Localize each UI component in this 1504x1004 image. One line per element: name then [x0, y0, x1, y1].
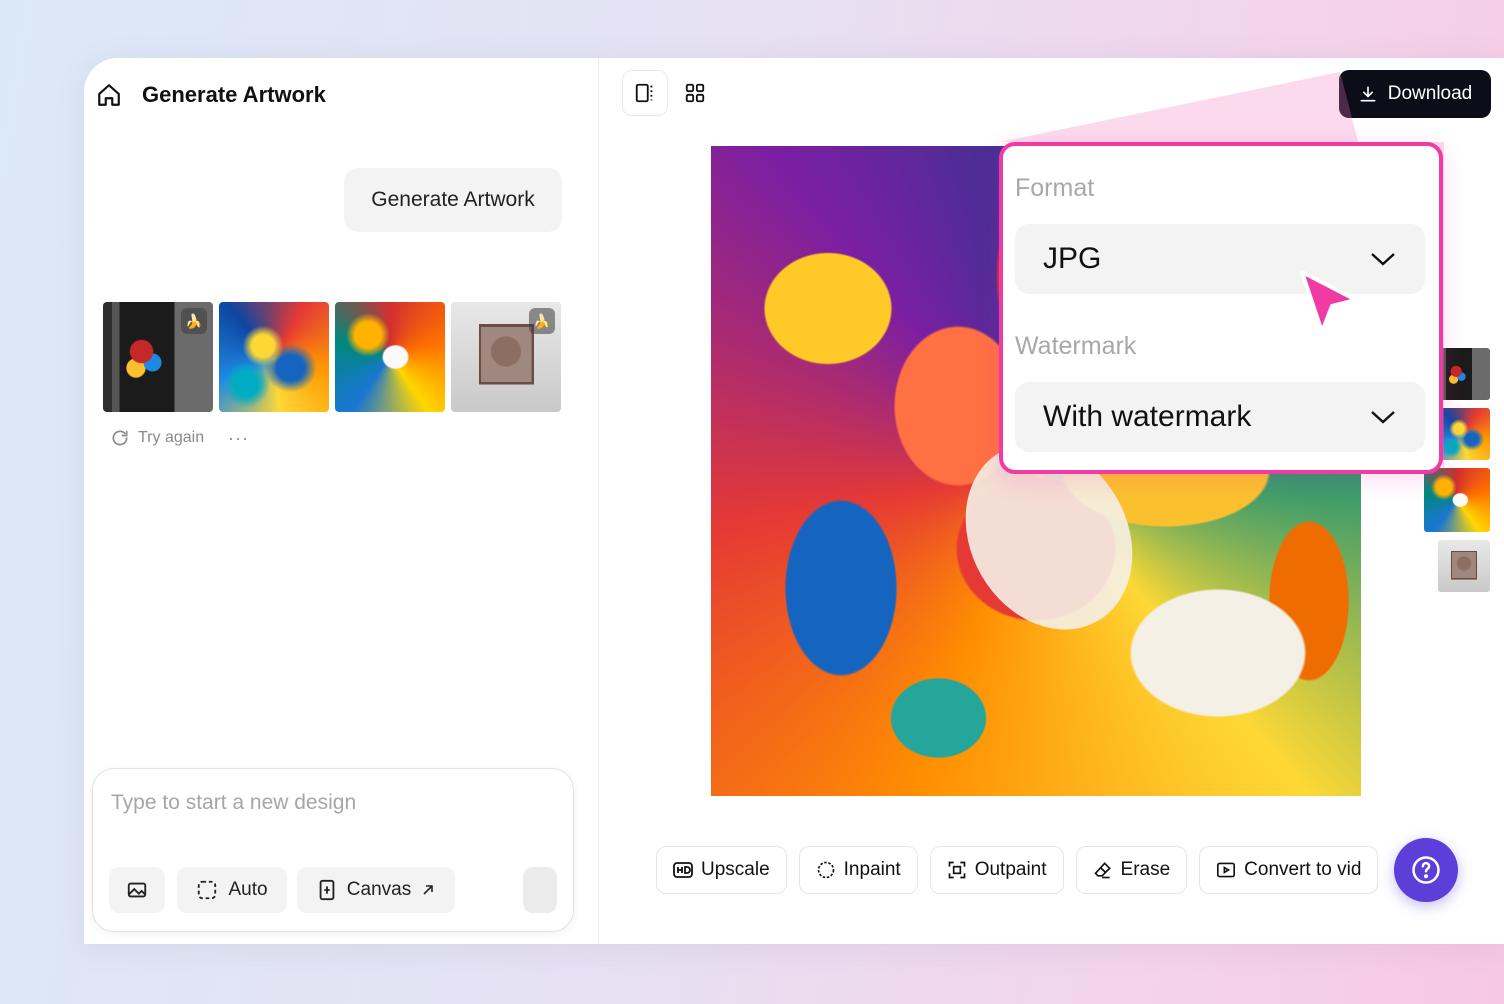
eraser-icon [1093, 862, 1111, 879]
image-icon [127, 882, 147, 898]
brush-icon [817, 861, 834, 879]
home-icon[interactable] [96, 82, 122, 108]
download-icon [1360, 86, 1376, 102]
download-options-popover: Format JPG Watermark With watermark [999, 142, 1443, 474]
result-thumbnail[interactable]: 🍌 [451, 302, 561, 412]
side-thumbnail[interactable] [1438, 348, 1490, 400]
canvas-label: Canvas [346, 879, 412, 900]
result-thumbnail[interactable] [335, 302, 445, 412]
video-icon [1217, 862, 1236, 878]
chevron-down-icon [1371, 411, 1395, 424]
convert-to-video-label: Convert to vid [1244, 859, 1362, 880]
refresh-icon [112, 430, 128, 446]
watermark-label: Watermark [1015, 332, 1137, 360]
single-view-button[interactable] [622, 70, 668, 116]
result-thumbnail[interactable]: 🍌 [103, 302, 213, 412]
edit-actions-bar: Upscale Inpaint Outpaint Erase Convert t… [656, 846, 1379, 894]
help-button[interactable] [1394, 838, 1458, 902]
download-label: Download [1387, 83, 1473, 104]
send-button[interactable] [523, 867, 557, 913]
erase-label: Erase [1120, 859, 1171, 880]
auto-mode-button[interactable]: Auto [177, 867, 287, 913]
question-icon [1412, 856, 1440, 884]
try-again-button[interactable]: Try again [110, 428, 204, 448]
prompt-input[interactable]: Type to start a new design [111, 791, 356, 815]
try-again-label: Try again [138, 429, 205, 446]
single-view-icon [635, 83, 653, 103]
grid-view-icon [685, 83, 705, 103]
convert-to-video-button[interactable]: Convert to vid [1199, 846, 1379, 894]
outpaint-button[interactable]: Outpaint [929, 846, 1064, 894]
format-label: Format [1015, 174, 1095, 202]
side-thumbnail[interactable] [1438, 540, 1490, 592]
result-thumbnails: 🍌 🍌 [103, 302, 561, 412]
hd-icon [673, 862, 693, 878]
chat-panel: Generate Artwork Generate Artwork 🍌 🍌 Tr… [84, 58, 599, 944]
inpaint-label: Inpaint [843, 859, 901, 880]
prompt-composer: Type to start a new design Auto Canvas [92, 768, 574, 932]
canvas-icon [319, 879, 335, 901]
pointer-cursor-icon [1300, 270, 1358, 334]
page-title: Generate Artwork [142, 82, 326, 107]
auto-frame-icon [198, 880, 217, 900]
watermark-value: With watermark [1043, 400, 1252, 433]
upload-image-button[interactable] [109, 867, 165, 913]
format-value: JPG [1043, 242, 1102, 275]
banana-icon: 🍌 [529, 308, 555, 334]
more-options-button[interactable]: ··· [228, 428, 249, 449]
expand-icon [948, 861, 966, 879]
side-thumbnail-selected[interactable] [1424, 468, 1490, 532]
format-select[interactable]: JPG [1015, 224, 1425, 294]
upscale-button[interactable]: Upscale [656, 846, 787, 894]
download-button[interactable]: Download [1339, 70, 1491, 118]
banana-icon: 🍌 [181, 308, 207, 334]
canvas-button[interactable]: Canvas [297, 867, 455, 913]
side-thumbnail[interactable] [1438, 408, 1490, 460]
result-thumbnail[interactable] [219, 302, 329, 412]
outpaint-label: Outpaint [974, 859, 1047, 880]
chevron-down-icon [1371, 253, 1395, 266]
erase-button[interactable]: Erase [1075, 846, 1188, 894]
user-message-bubble: Generate Artwork [344, 168, 562, 232]
arrow-up-right-icon [423, 885, 434, 895]
auto-label: Auto [228, 879, 268, 900]
inpaint-button[interactable]: Inpaint [798, 846, 918, 894]
upscale-label: Upscale [701, 859, 770, 880]
grid-view-button[interactable] [672, 70, 718, 116]
watermark-select[interactable]: With watermark [1015, 382, 1425, 452]
